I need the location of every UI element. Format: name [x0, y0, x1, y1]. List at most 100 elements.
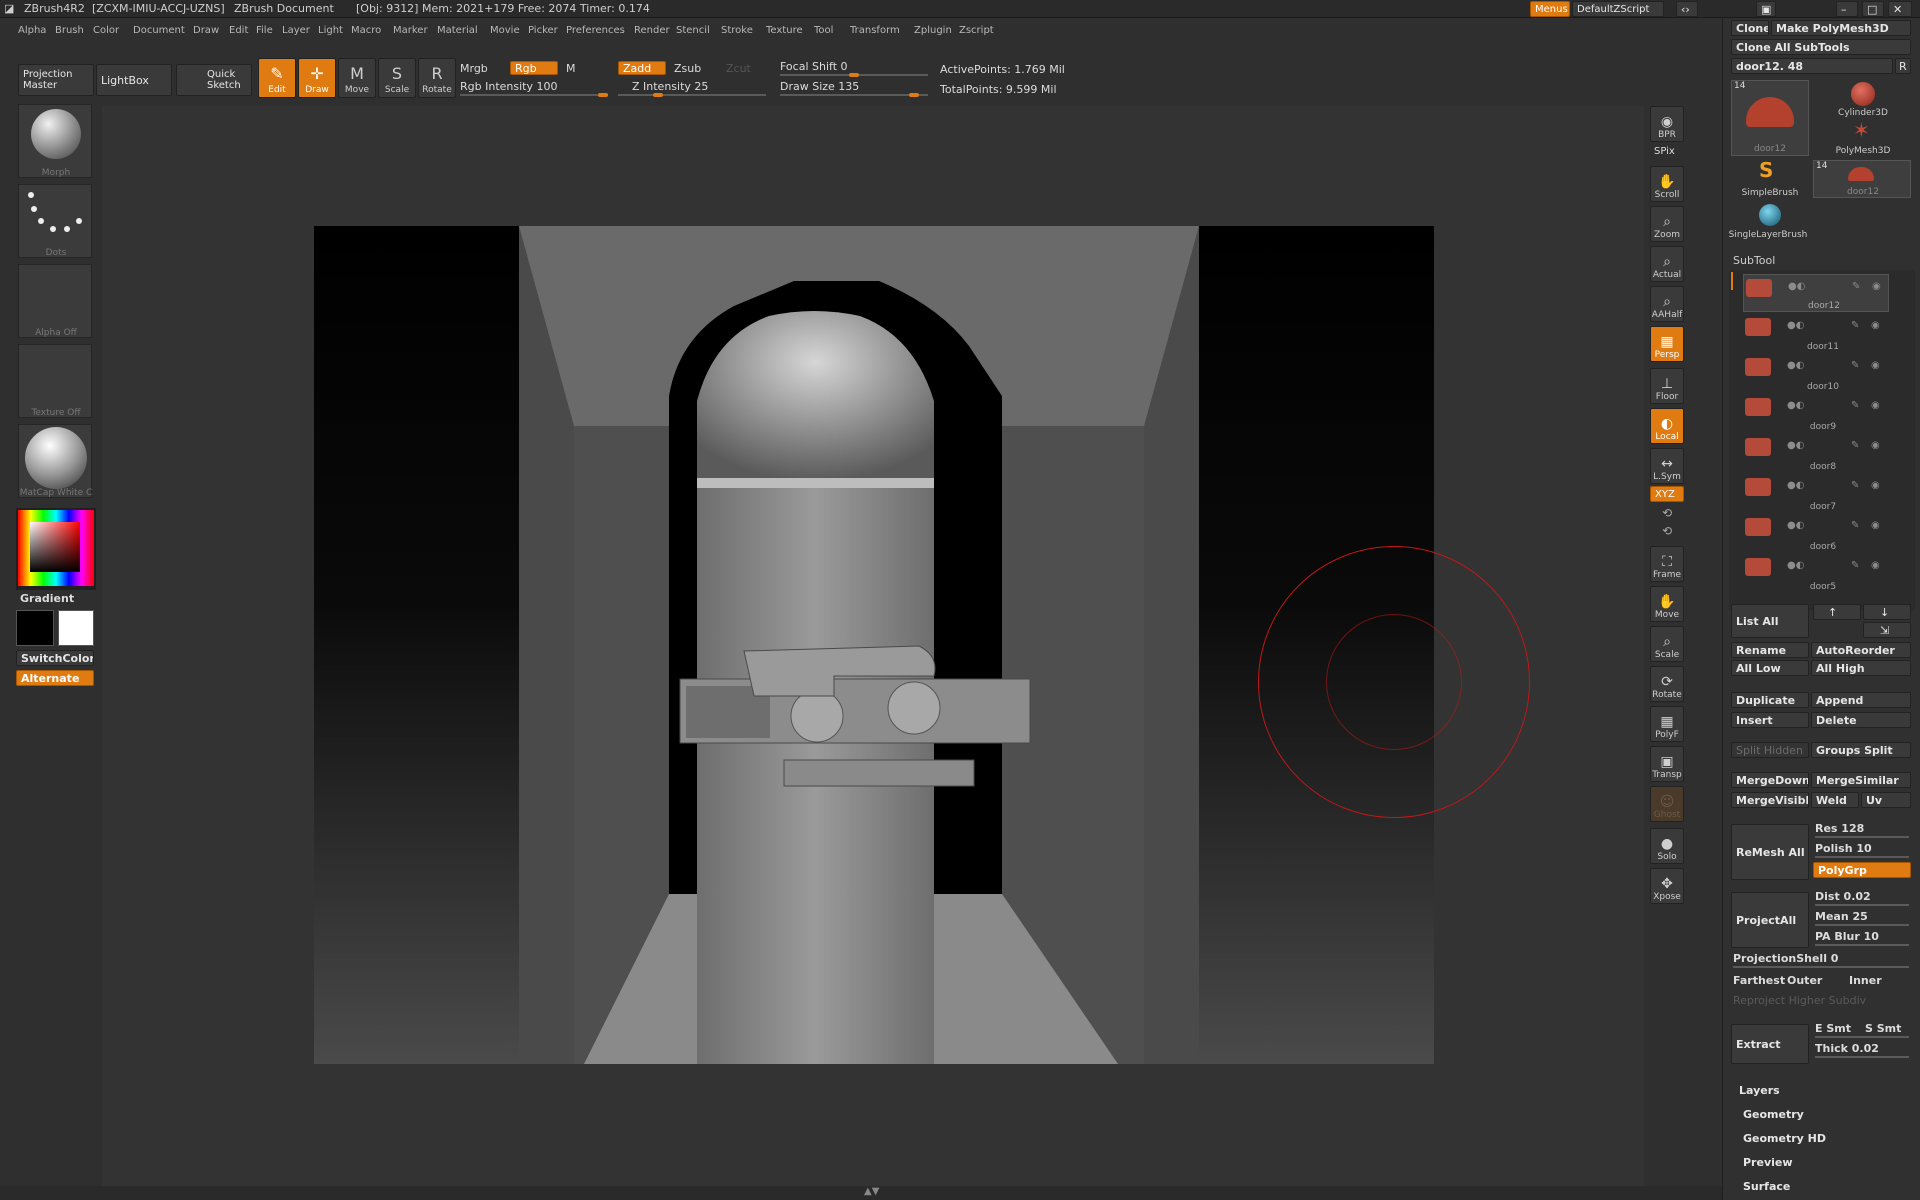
menu-edit[interactable]: Edit	[229, 25, 248, 36]
subtool-polypaint-toggle-icon[interactable]: ●◐	[1787, 320, 1804, 331]
res-slider[interactable]: Res 128	[1815, 822, 1864, 835]
main-color-swatch[interactable]	[16, 610, 54, 646]
extract-button[interactable]: Extract	[1731, 1024, 1809, 1064]
subtool-brush-icon[interactable]: ✎	[1851, 440, 1859, 451]
menu-draw[interactable]: Draw	[193, 25, 219, 36]
dist-slider[interactable]: Dist 0.02	[1815, 890, 1871, 903]
brush-thumbnail[interactable]: Morph	[18, 104, 92, 178]
subtool-brush-icon[interactable]: ✎	[1852, 281, 1860, 292]
subtool-brush-icon[interactable]: ✎	[1851, 360, 1859, 371]
zcut-toggle[interactable]: Zcut	[726, 62, 751, 75]
menu-file[interactable]: File	[256, 25, 273, 36]
projectionshell-slider[interactable]: ProjectionShell 0	[1733, 952, 1838, 965]
menu-tool[interactable]: Tool	[814, 25, 833, 36]
subtool-row[interactable]: ●◐ ✎ ◉ door5	[1743, 554, 1889, 592]
inner-toggle[interactable]: Inner	[1849, 974, 1882, 987]
subtool-eye-icon[interactable]: ◉	[1871, 360, 1880, 371]
mergedown-button[interactable]: MergeDown	[1731, 772, 1809, 788]
autoreorder-button[interactable]: AutoReorder	[1811, 642, 1911, 658]
subtool-title[interactable]: SubTool	[1733, 254, 1775, 267]
subtool-row[interactable]: ●◐ ✎ ◉ door10	[1743, 354, 1889, 392]
texture-thumbnail[interactable]: Texture Off	[18, 344, 92, 418]
pa-blur-slider[interactable]: PA Blur 10	[1815, 930, 1879, 943]
menu-zplugin[interactable]: Zplugin	[914, 25, 952, 36]
scroll-button[interactable]: ✋ Scroll	[1650, 166, 1684, 202]
spix-label[interactable]: SPix	[1654, 146, 1675, 157]
subtool-brush-icon[interactable]: ✎	[1851, 560, 1859, 571]
subtool-eye-icon[interactable]: ◉	[1871, 400, 1880, 411]
persp-button[interactable]: ▦ Persp	[1650, 326, 1684, 362]
draw-size-knob[interactable]	[909, 93, 919, 97]
split-hidden-button[interactable]: Split Hidden	[1731, 742, 1809, 758]
menu-zscript[interactable]: Zscript	[959, 25, 994, 36]
rgb-intensity-slider[interactable]	[460, 94, 608, 96]
rotate-mode-button[interactable]: R Rotate	[418, 58, 456, 98]
rotate-z-icon[interactable]: ⟲	[1662, 524, 1672, 538]
all-high-button[interactable]: All High	[1811, 660, 1911, 676]
stroke-thumbnail[interactable]: Dots	[18, 184, 92, 258]
projection-master-button[interactable]: Projection Master	[18, 64, 94, 96]
tray-toggle-icon[interactable]: ▲▼	[864, 1186, 879, 1197]
pa-blur-slider-track[interactable]	[1815, 944, 1909, 946]
move-subtool-last-icon[interactable]: ⇲	[1863, 622, 1911, 638]
minimize-icon[interactable]: –	[1836, 1, 1858, 17]
make-polymesh-button[interactable]: Make PolyMesh3D	[1771, 20, 1911, 36]
focal-shift-knob[interactable]	[849, 73, 859, 77]
weld-button[interactable]: Weld	[1811, 792, 1859, 808]
lightbox-button[interactable]: LightBox	[96, 64, 172, 96]
menu-layer[interactable]: Layer	[282, 25, 310, 36]
polish-slider-track[interactable]	[1815, 856, 1909, 858]
rename-button[interactable]: Rename	[1731, 642, 1809, 658]
projectionshell-slider-track[interactable]	[1733, 966, 1909, 968]
reproject-higher-subdiv-button[interactable]: Reproject Higher Subdiv	[1733, 994, 1866, 1007]
z-intensity-knob[interactable]	[653, 93, 663, 97]
smt-slider-track[interactable]	[1815, 1036, 1909, 1038]
geometry-hd-section[interactable]: Geometry HD	[1743, 1132, 1826, 1145]
color-picker[interactable]	[16, 508, 96, 590]
menu-document[interactable]: Document	[133, 25, 185, 36]
alpha-thumbnail[interactable]: Alpha Off	[18, 264, 92, 338]
clone-button[interactable]: Clone	[1731, 20, 1769, 36]
rgb-toggle[interactable]: Rgb	[510, 61, 558, 75]
move-subtool-down-icon[interactable]: ↓	[1863, 604, 1911, 620]
subtool-row[interactable]: ●◐ ✎ ◉ door7	[1743, 474, 1889, 512]
subtool-row[interactable]: ●◐ ✎ ◉ door12	[1743, 274, 1889, 312]
switch-color-button[interactable]: SwitchColor	[16, 650, 94, 666]
menu-stencil[interactable]: Stencil	[676, 25, 710, 36]
rotate-y-icon[interactable]: ⟲	[1662, 506, 1672, 520]
subtool-eye-icon[interactable]: ◉	[1872, 281, 1881, 292]
transp-button[interactable]: ▣ Transp	[1650, 746, 1684, 782]
maximize-icon[interactable]: □	[1862, 1, 1884, 17]
menu-picker[interactable]: Picker	[528, 25, 558, 36]
projectall-button[interactable]: ProjectAll	[1731, 892, 1809, 948]
zadd-toggle[interactable]: Zadd	[618, 61, 666, 75]
menu-render[interactable]: Render	[634, 25, 670, 36]
move-view-button[interactable]: ✋ Move	[1650, 586, 1684, 622]
tool-name-slider[interactable]: door12. 48	[1731, 58, 1893, 74]
subtool-polypaint-toggle-icon[interactable]: ●◐	[1787, 360, 1804, 371]
subtool-row[interactable]: ●◐ ✎ ◉ door11	[1743, 314, 1889, 352]
polyf-button[interactable]: ▦ PolyF	[1650, 706, 1684, 742]
geometry-section[interactable]: Geometry	[1743, 1108, 1804, 1121]
tool-thumb-simplebrush[interactable]: S SimpleBrush	[1731, 158, 1809, 198]
delete-button[interactable]: Delete	[1811, 712, 1911, 728]
edit-mode-button[interactable]: ✎ Edit	[258, 58, 296, 98]
thick-slider[interactable]: Thick 0.02	[1815, 1042, 1879, 1055]
move-subtool-up-icon[interactable]: ↑	[1813, 604, 1861, 620]
menu-stroke[interactable]: Stroke	[721, 25, 753, 36]
m-toggle[interactable]: M	[566, 62, 576, 75]
uv-button[interactable]: Uv	[1861, 792, 1911, 808]
rgb-intensity-knob[interactable]	[598, 93, 608, 97]
aahalf-button[interactable]: ⌕ AAHalf	[1650, 286, 1684, 322]
tool-thumb-polymesh3d[interactable]: ✶ PolyMesh3D	[1815, 118, 1911, 156]
floor-button[interactable]: ⊥ Floor	[1650, 368, 1684, 404]
layers-section[interactable]: Layers	[1739, 1084, 1780, 1097]
actual-button[interactable]: ⌕ Actual	[1650, 246, 1684, 282]
polygrp-button[interactable]: PolyGrp	[1813, 862, 1911, 878]
res-slider-track[interactable]	[1815, 836, 1909, 838]
saturation-square[interactable]	[30, 522, 80, 572]
e-smt-slider[interactable]: E Smt	[1815, 1022, 1851, 1035]
mean-slider[interactable]: Mean 25	[1815, 910, 1868, 923]
mergevisible-button[interactable]: MergeVisible	[1731, 792, 1809, 808]
xyz-button[interactable]: XYZ	[1650, 486, 1684, 502]
